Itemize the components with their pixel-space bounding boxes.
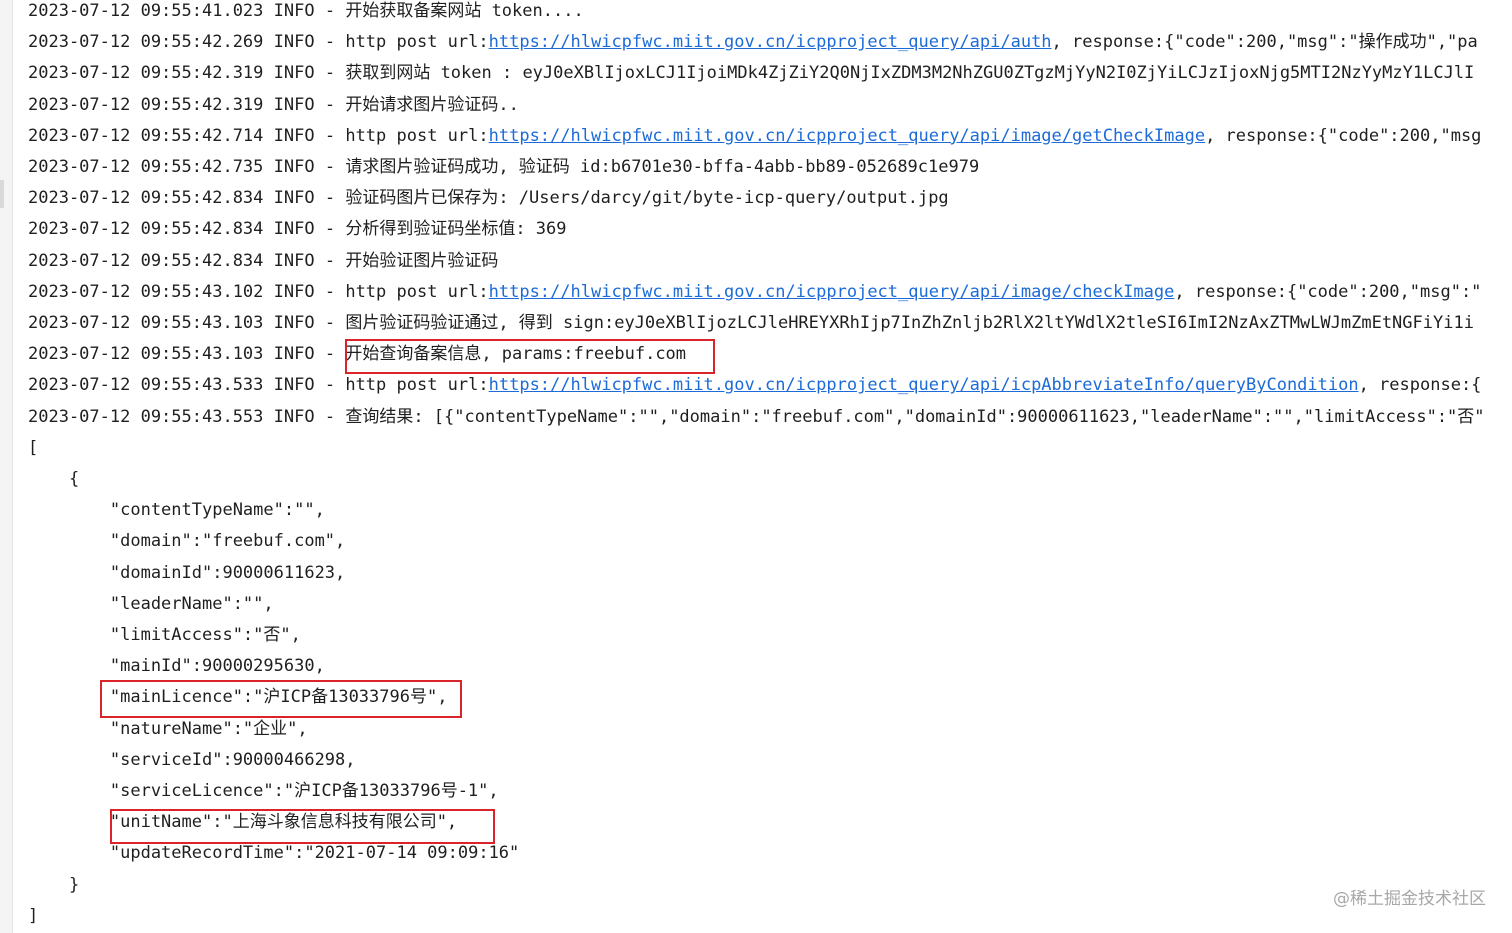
log-line: 2023-07-12 09:55:42.319 INFO - 开始请求图片验证码… — [28, 94, 519, 125]
json-output-line: "natureName":"企业", — [28, 718, 308, 739]
log-line: 2023-07-12 09:55:43.102 INFO - http post… — [28, 281, 1481, 312]
log-separator: - — [314, 406, 346, 427]
log-message: http post url: — [345, 281, 489, 302]
log-level: INFO — [273, 344, 315, 365]
log-line: 2023-07-12 09:55:42.834 INFO - 分析得到验证码坐标… — [28, 218, 567, 249]
log-level: INFO — [273, 125, 315, 146]
log-level: INFO — [273, 32, 315, 53]
log-message: http post url: — [345, 125, 489, 146]
log-level: INFO — [273, 94, 315, 115]
log-level: INFO — [273, 219, 315, 240]
log-timestamp: 2023-07-12 09:55:43.103 — [28, 344, 264, 365]
json-output-line: "mainLicence":"沪ICP备13033796号", — [28, 687, 448, 708]
log-separator: - — [314, 344, 346, 365]
json-output-line: } — [28, 874, 80, 895]
log-separator: - — [314, 375, 346, 396]
log-timestamp: 2023-07-12 09:55:41.023 — [28, 1, 264, 21]
json-output-line: "mainId":90000295630, — [28, 656, 325, 677]
log-line: 2023-07-12 09:55:43.103 INFO - 图片验证码验证通过… — [28, 312, 1474, 343]
log-message: 验证码图片已保存为: /Users/darcy/git/byte-icp-que… — [345, 188, 949, 209]
log-line: 2023-07-12 09:55:41.023 INFO - 开始获取备案网站 … — [28, 0, 584, 31]
log-line: 2023-07-12 09:55:42.834 INFO - 开始验证图片验证码 — [28, 250, 498, 281]
json-output-line: "updateRecordTime":"2021-07-14 09:09:16" — [28, 843, 520, 864]
log-message: 分析得到验证码坐标值: 369 — [345, 219, 567, 240]
log-url-link[interactable]: https://hlwicpfwc.miit.gov.cn/icpproject… — [489, 32, 1052, 52]
watermark: @稀土掘金技术社区 — [1333, 889, 1486, 909]
log-line: 2023-07-12 09:55:43.533 INFO - http post… — [28, 374, 1481, 405]
json-output-line: ] — [28, 905, 39, 926]
log-message-tail: , response:{"code":200,"msg — [1205, 125, 1482, 146]
log-separator: - — [314, 1, 346, 21]
log-timestamp: 2023-07-12 09:55:43.103 — [28, 313, 264, 333]
log-separator: - — [314, 125, 346, 146]
json-output-line: "serviceId":90000466298, — [28, 749, 356, 770]
log-timestamp: 2023-07-12 09:55:42.834 — [28, 188, 264, 209]
json-output-line: "limitAccess":"否", — [28, 625, 301, 645]
log-level: INFO — [273, 63, 315, 84]
log-line: 2023-07-12 09:55:42.714 INFO - http post… — [28, 125, 1481, 156]
log-line: 2023-07-12 09:55:42.319 INFO - 获取到网站 tok… — [28, 62, 1474, 93]
log-message: 开始获取备案网站 token.... — [345, 1, 584, 21]
log-level: INFO — [273, 157, 315, 177]
log-timestamp: 2023-07-12 09:55:42.319 — [28, 94, 264, 115]
log-level: INFO — [273, 375, 315, 396]
log-url-link[interactable]: https://hlwicpfwc.miit.gov.cn/icpproject… — [489, 126, 1205, 146]
console-output[interactable]: 2023-07-12 09:55:41.023 INFO - 开始获取备案网站 … — [28, 0, 1512, 933]
log-message: http post url: — [345, 32, 489, 53]
json-output-line: { — [28, 469, 80, 489]
log-level: INFO — [273, 406, 315, 427]
log-timestamp: 2023-07-12 09:55:42.834 — [28, 219, 264, 240]
log-line: 2023-07-12 09:55:43.553 INFO - 查询结果: [{"… — [28, 406, 1485, 437]
json-output-line: "domainId":90000611623, — [28, 562, 346, 583]
log-timestamp: 2023-07-12 09:55:42.269 — [28, 32, 264, 53]
log-message: 开始查询备案信息, params:freebuf.com — [345, 344, 687, 365]
log-level: INFO — [273, 250, 315, 271]
log-level: INFO — [273, 188, 315, 209]
log-separator: - — [314, 157, 346, 177]
log-message: 查询结果: [{"contentTypeName":"","domain":"f… — [345, 406, 1485, 427]
log-message-tail: , response:{"code":200,"msg":" — [1174, 281, 1482, 302]
log-separator: - — [314, 63, 346, 84]
log-level: INFO — [273, 313, 315, 333]
json-output-line: [ — [28, 437, 39, 458]
gutter-marker — [0, 180, 4, 208]
log-separator: - — [314, 250, 346, 271]
editor-gutter — [0, 0, 13, 933]
log-line: 2023-07-12 09:55:43.103 INFO - 开始查询备案信息,… — [28, 343, 686, 374]
json-output-line: "unitName":"上海斗象信息科技有限公司", — [28, 812, 458, 833]
log-message-tail: , response:{"code":200,"msg":"操作成功","pa — [1051, 32, 1478, 53]
log-url-link[interactable]: https://hlwicpfwc.miit.gov.cn/icpproject… — [489, 282, 1175, 302]
log-timestamp: 2023-07-12 09:55:42.714 — [28, 125, 264, 146]
log-timestamp: 2023-07-12 09:55:43.533 — [28, 375, 264, 396]
log-line: 2023-07-12 09:55:42.735 INFO - 请求图片验证码成功… — [28, 156, 979, 187]
json-output-line: "serviceLicence":"沪ICP备13033796号-1", — [28, 781, 499, 801]
log-timestamp: 2023-07-12 09:55:42.735 — [28, 157, 264, 177]
log-separator: - — [314, 188, 346, 209]
log-separator: - — [314, 32, 346, 53]
log-timestamp: 2023-07-12 09:55:43.102 — [28, 281, 264, 302]
json-output-line: "contentTypeName":"", — [28, 500, 325, 521]
log-message: 开始请求图片验证码.. — [345, 94, 519, 115]
log-url-link[interactable]: https://hlwicpfwc.miit.gov.cn/icpproject… — [489, 375, 1359, 395]
log-timestamp: 2023-07-12 09:55:42.319 — [28, 63, 264, 84]
log-line: 2023-07-12 09:55:42.269 INFO - http post… — [28, 31, 1478, 62]
log-message: 开始验证图片验证码 — [345, 250, 499, 271]
log-line: 2023-07-12 09:55:42.834 INFO - 验证码图片已保存为… — [28, 187, 949, 218]
log-message: 请求图片验证码成功, 验证码 id:b6701e30-bffa-4abb-bb8… — [345, 157, 980, 177]
log-level: INFO — [273, 281, 315, 302]
log-message: http post url: — [345, 375, 489, 396]
log-level: INFO — [273, 1, 315, 21]
log-timestamp: 2023-07-12 09:55:42.834 — [28, 250, 264, 271]
log-separator: - — [314, 313, 346, 333]
log-message-tail: , response:{ — [1358, 375, 1482, 396]
log-separator: - — [314, 94, 346, 115]
log-message: 获取到网站 token : eyJ0eXBlIjoxLCJ1IjoiMDk4Zj… — [345, 63, 1475, 84]
log-timestamp: 2023-07-12 09:55:43.553 — [28, 406, 264, 427]
log-message: 图片验证码验证通过, 得到 sign:eyJ0eXBlIjozLCJleHREY… — [345, 313, 1474, 333]
json-output-line: "leaderName":"", — [28, 593, 274, 614]
log-separator: - — [314, 281, 346, 302]
log-separator: - — [314, 219, 346, 240]
json-output-line: "domain":"freebuf.com", — [28, 531, 346, 552]
